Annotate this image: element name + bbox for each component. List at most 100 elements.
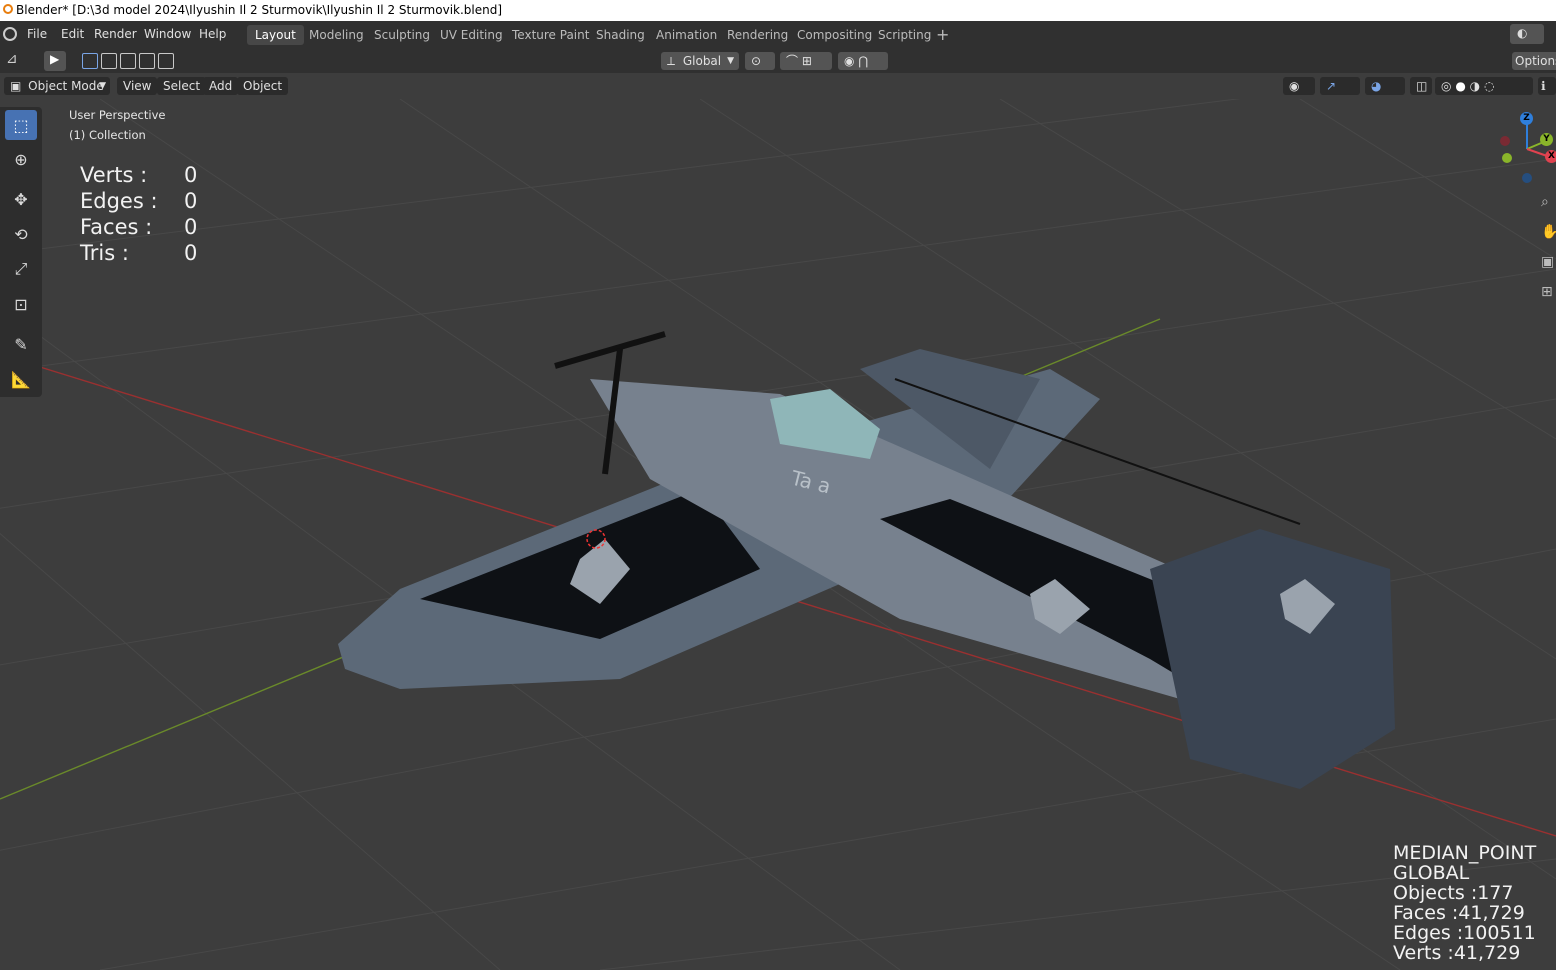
- menu-help[interactable]: Help: [199, 27, 226, 41]
- stat-label: Faces :: [80, 215, 153, 239]
- camera-icon[interactable]: ▣: [1541, 254, 1556, 276]
- xray-toggle[interactable]: ◫: [1410, 77, 1432, 95]
- faces-count: Faces :41,729: [1393, 902, 1525, 924]
- gizmo-y-icon[interactable]: Y: [1540, 133, 1553, 146]
- scale-tool[interactable]: ⤢: [5, 254, 37, 284]
- solid-shading-icon[interactable]: ●: [1455, 79, 1465, 93]
- options-dropdown[interactable]: Options: [1512, 52, 1556, 70]
- perspective-grid-icon[interactable]: ⊞: [1541, 284, 1556, 306]
- transform-tool[interactable]: ⊡: [5, 289, 37, 319]
- propeller-blade: [554, 331, 666, 369]
- menu-edit[interactable]: Edit: [61, 27, 84, 41]
- viewport-scene: Ta a: [0, 99, 1556, 970]
- gizmo-lines: [1526, 124, 1551, 158]
- measure-ruler-icon: 📐: [11, 369, 31, 389]
- wireframe-shading-icon[interactable]: ◎: [1441, 79, 1451, 93]
- chevron-down-icon: ▼: [99, 81, 106, 91]
- aircraft-model[interactable]: Ta a: [338, 331, 1395, 789]
- move-icon: ✥: [14, 189, 28, 209]
- blender-logo-icon: [3, 4, 13, 14]
- select-extend-icon[interactable]: [101, 53, 117, 69]
- cursor-tool[interactable]: ⊕: [5, 144, 37, 174]
- annotate-tool[interactable]: ✎: [5, 329, 37, 359]
- options-label: Options: [1515, 54, 1556, 68]
- tab-layout[interactable]: Layout: [247, 25, 304, 45]
- select-subtract-icon[interactable]: [120, 53, 136, 69]
- material-shading-icon[interactable]: ◑: [1470, 79, 1480, 93]
- scene-icon: ◐: [1517, 26, 1528, 40]
- tab-modeling[interactable]: Modeling: [301, 25, 372, 45]
- overlays-toggle[interactable]: ◕: [1365, 77, 1405, 95]
- tab-uv-editing[interactable]: UV Editing: [432, 25, 511, 45]
- tab-compositing[interactable]: Compositing: [789, 25, 880, 45]
- visibility-dropdown[interactable]: ◉: [1283, 77, 1315, 95]
- menu-render[interactable]: Render: [94, 27, 137, 41]
- gizmo-toggle[interactable]: ↗: [1320, 77, 1360, 95]
- active-tool-button[interactable]: ▶: [44, 51, 66, 71]
- gizmo-x-icon[interactable]: X: [1545, 150, 1556, 163]
- select-invert-icon[interactable]: [139, 53, 155, 69]
- gizmo-neg-z-icon[interactable]: [1522, 173, 1532, 183]
- tab-rendering[interactable]: Rendering: [719, 25, 796, 45]
- cursor-icon: ⊕: [14, 149, 28, 169]
- proportional-editing-icon: ◉ ⋂: [844, 54, 869, 68]
- objects-count: Objects :177: [1393, 882, 1514, 904]
- chevron-down-icon: ▼: [727, 56, 734, 66]
- tab-shading[interactable]: Shading: [588, 25, 653, 45]
- gizmo-neg-y-icon[interactable]: [1502, 153, 1512, 163]
- tab-texture-paint[interactable]: Texture Paint: [504, 25, 597, 45]
- scale-icon: ⤢: [14, 259, 28, 278]
- move-tool[interactable]: ✥: [5, 184, 37, 214]
- pivot-point-dropdown[interactable]: ⊙: [745, 52, 775, 70]
- pivot-icon: ⊙: [751, 54, 762, 68]
- menu-view[interactable]: View: [117, 77, 158, 95]
- rotate-icon: ⟲: [14, 224, 28, 244]
- proportional-editing-dropdown[interactable]: ◉ ⋂: [838, 52, 888, 70]
- select-intersect-icon[interactable]: [158, 53, 174, 69]
- gizmo-neg-x-icon[interactable]: [1500, 136, 1510, 146]
- rendered-shading-icon[interactable]: ◌: [1484, 79, 1494, 93]
- menu-window[interactable]: Window: [144, 27, 191, 41]
- info-icon[interactable]: ℹ: [1538, 77, 1556, 95]
- scene-selector-button[interactable]: ◐: [1510, 24, 1544, 44]
- tab-animation[interactable]: Animation: [648, 25, 725, 45]
- editor-type-icon[interactable]: ⊿: [6, 51, 18, 67]
- pan-hand-icon[interactable]: ✋: [1541, 224, 1556, 246]
- transform-orientation-dropdown[interactable]: ⟂ Global ▼: [661, 52, 739, 70]
- aircraft-tail: [1150, 529, 1395, 789]
- select-box-icon: ⬚: [13, 115, 29, 135]
- scene-stats-overlay: MEDIAN_POINT GLOBAL Objects :177 Faces :…: [1393, 843, 1536, 963]
- gizmo-icon: ↗: [1326, 79, 1337, 93]
- menu-file[interactable]: File: [27, 27, 47, 41]
- blender-menu-icon[interactable]: [3, 27, 17, 41]
- stat-value: 0: [184, 163, 198, 187]
- select-box-tool[interactable]: ⬚: [5, 110, 37, 140]
- object-mode-dropdown[interactable]: ▣ Object Mode ▼: [4, 77, 110, 95]
- measure-tool[interactable]: 📐: [5, 364, 37, 394]
- shading-mode-buttons[interactable]: ◎ ● ◑ ◌: [1435, 77, 1533, 95]
- stat-value: 0: [184, 241, 198, 265]
- gizmo-z-icon[interactable]: Z: [1520, 112, 1533, 125]
- eye-icon: ◉: [1289, 79, 1300, 93]
- snap-icon: ⌒ ⊞: [786, 54, 812, 68]
- view-perspective-label: User Perspective: [69, 108, 166, 122]
- menu-add[interactable]: Add: [203, 77, 239, 95]
- navigation-gizmo[interactable]: Z Y X: [1480, 109, 1556, 189]
- tab-scripting[interactable]: Scripting: [870, 25, 939, 45]
- object-mode-icon: ▣: [10, 79, 22, 93]
- add-workspace-icon[interactable]: +: [936, 25, 949, 45]
- orientation-label: GLOBAL: [1393, 862, 1470, 884]
- snap-dropdown[interactable]: ⌒ ⊞: [780, 52, 832, 70]
- select-new-icon[interactable]: [82, 53, 98, 69]
- zoom-icon[interactable]: ⌕: [1541, 194, 1556, 216]
- stat-edges: Edges : 0: [80, 188, 210, 214]
- rotate-tool[interactable]: ⟲: [5, 219, 37, 249]
- stat-tris: Tris : 0: [80, 240, 210, 266]
- window-title: Blender* [D:\3d model 2024\Ilyushin Il 2…: [16, 3, 503, 17]
- tab-sculpting[interactable]: Sculpting: [366, 25, 438, 45]
- menu-select[interactable]: Select: [157, 77, 207, 95]
- stat-value: 0: [184, 189, 198, 213]
- menu-object[interactable]: Object: [237, 77, 289, 95]
- mesh-stats-overlay: Verts : 0 Edges : 0 Faces : 0 Tris : 0: [80, 162, 210, 266]
- 3d-viewport[interactable]: Ta a Z Y X ⌕ ✋ ▣ ⊞ User Perspective (1) …: [0, 99, 1556, 970]
